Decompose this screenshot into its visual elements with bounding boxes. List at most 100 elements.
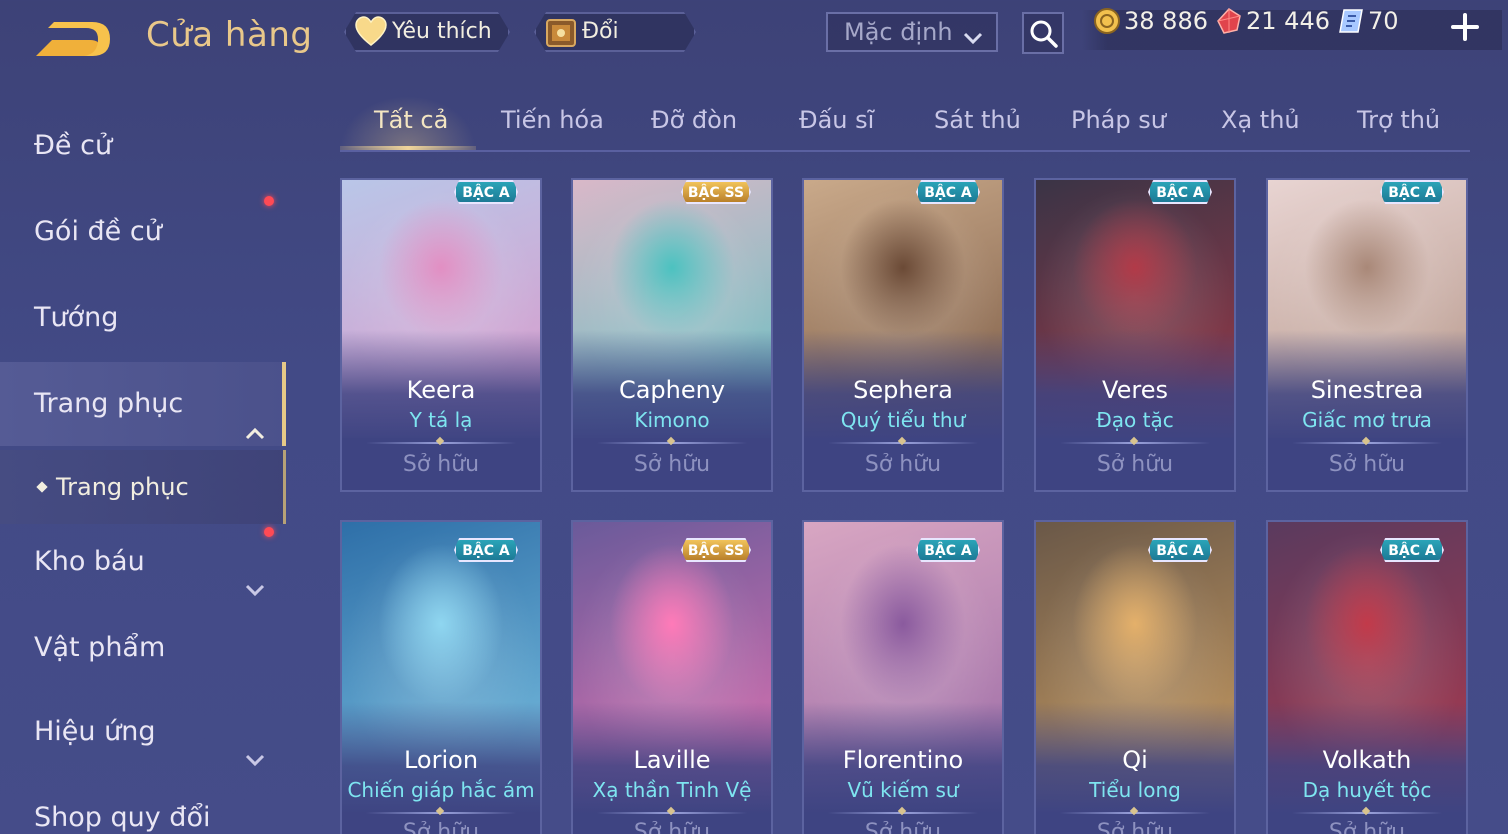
skin-name: Tiểu long xyxy=(1089,778,1181,802)
tier-badge: BẬC A xyxy=(454,538,518,562)
sidebar-item-label: Trang phục xyxy=(34,388,184,419)
sort-selected-value: Mặc định xyxy=(844,18,953,46)
search-icon xyxy=(1030,20,1058,48)
skin-card[interactable]: BẬC A Keera Y tá lạ Sở hữu xyxy=(340,178,542,492)
tier-badge: BẬC A xyxy=(916,180,980,204)
hero-name: Sinestrea xyxy=(1310,376,1424,404)
skin-name: Đạo tặc xyxy=(1096,408,1174,432)
card-divider xyxy=(1060,812,1210,814)
sidebar-item-label: Kho báu xyxy=(34,546,145,577)
skin-card[interactable]: BẬC SS Laville Xạ thần Tinh Vệ Sở hữu xyxy=(571,520,773,834)
treasure-chest-icon xyxy=(544,16,578,48)
category-tabs: Tất cả Tiến hóa Đỡ đòn Đấu sĩ Sát thủ Ph… xyxy=(340,96,1470,152)
skin-name: Vũ kiếm sư xyxy=(847,778,959,802)
tier-badge: BẬC A xyxy=(1148,180,1212,204)
tier-badge: BẬC A xyxy=(1148,538,1212,562)
tier-badge: BẬC A xyxy=(1380,180,1444,204)
card-divider xyxy=(1292,442,1442,444)
ownership-status: Sở hữu xyxy=(633,820,711,834)
hero-name: Volkath xyxy=(1322,746,1412,774)
ruby-currency: 21 446 xyxy=(1216,4,1330,38)
sidebar-item-effects[interactable]: Hiệu ứng xyxy=(0,692,286,772)
hero-name: Qi xyxy=(1122,746,1148,774)
chevron-down-icon xyxy=(244,808,266,828)
card-divider xyxy=(1060,442,1210,444)
hero-name: Veres xyxy=(1102,376,1168,404)
add-currency-button[interactable] xyxy=(1450,12,1480,42)
favorites-button[interactable]: Yêu thích xyxy=(344,12,510,52)
sidebar-item-label: Hiệu ứng xyxy=(34,716,156,747)
plus-icon xyxy=(1451,13,1479,41)
active-tab-underline xyxy=(340,146,476,150)
shard-exchange-label: Đổi mảnh xyxy=(582,19,645,80)
tier-badge: BẬC A xyxy=(454,180,518,204)
voucher-currency: 70 xyxy=(1338,4,1408,38)
tab-marksman[interactable]: Xạ thủ xyxy=(1221,106,1300,134)
tab-all[interactable]: Tất cả xyxy=(374,106,448,134)
card-divider xyxy=(828,442,978,444)
tab-mage[interactable]: Pháp sư xyxy=(1071,106,1166,134)
gold-currency: 38 886 xyxy=(1094,4,1208,38)
ownership-status: Sở hữu xyxy=(402,452,480,477)
hero-name: Laville xyxy=(633,746,711,774)
skin-name: Chiến giáp hắc ám xyxy=(347,778,535,802)
sort-dropdown[interactable]: Mặc định xyxy=(826,12,998,52)
ownership-status: Sở hữu xyxy=(1096,452,1174,477)
tab-tank[interactable]: Đỡ đòn xyxy=(651,106,737,134)
skin-name: Kimono xyxy=(634,408,710,432)
hero-name: Lorion xyxy=(403,746,479,774)
ownership-status: Sở hữu xyxy=(1328,820,1406,834)
ownership-status: Sở hữu xyxy=(864,820,942,834)
chevron-down-icon xyxy=(244,722,266,767)
ownership-status: Sở hữu xyxy=(402,820,480,834)
sidebar-item-label: Tướng xyxy=(34,302,119,333)
sidebar-item-label: Vật phẩm xyxy=(34,632,166,663)
skin-name: Quý tiểu thư xyxy=(840,408,966,432)
top-bar: Cửa hàng Yêu thích Đổi mảnh Mặc định 38 … xyxy=(0,0,1508,70)
ruby-gem-icon xyxy=(1216,8,1242,34)
back-icon[interactable] xyxy=(34,18,114,58)
tab-evolution[interactable]: Tiến hóa xyxy=(501,106,604,134)
sidebar-item-skins[interactable]: Trang phục xyxy=(0,362,286,446)
sidebar-item-recommended[interactable]: Đề cử xyxy=(0,106,286,186)
skin-card[interactable]: BẬC A Florentino Vũ kiếm sư Sở hữu xyxy=(802,520,1004,834)
skin-card[interactable]: BẬC A Lorion Chiến giáp hắc ám Sở hữu xyxy=(340,520,542,834)
tab-support[interactable]: Trợ thủ xyxy=(1357,106,1440,134)
sidebar-item-heroes[interactable]: Tướng xyxy=(0,278,286,358)
card-divider xyxy=(597,812,747,814)
tab-fighter[interactable]: Đấu sĩ xyxy=(799,106,874,134)
card-divider xyxy=(597,442,747,444)
ruby-amount: 21 446 xyxy=(1246,7,1330,35)
sidebar-item-recommended-packs[interactable]: Gói đề cử xyxy=(0,192,286,272)
hero-name: Keera xyxy=(406,376,476,404)
skin-card[interactable]: BẬC A Qi Tiểu long Sở hữu xyxy=(1034,520,1236,834)
search-button[interactable] xyxy=(1022,12,1064,54)
sidebar-subitem-skins[interactable]: Trang phục xyxy=(0,450,286,524)
skin-card[interactable]: BẬC A Veres Đạo tặc Sở hữu xyxy=(1034,178,1236,492)
sidebar-item-items[interactable]: Vật phẩm xyxy=(0,608,286,688)
skin-name: Y tá lạ xyxy=(409,408,473,432)
shard-exchange-button[interactable]: Đổi mảnh xyxy=(534,12,696,52)
chevron-up-icon xyxy=(244,394,266,440)
skin-card[interactable]: BẬC A Sephera Quý tiểu thư Sở hữu xyxy=(802,178,1004,492)
voucher-icon xyxy=(1338,8,1364,34)
chevron-down-icon xyxy=(244,552,266,597)
tier-badge: BẬC A xyxy=(1380,538,1444,562)
tab-assassin[interactable]: Sát thủ xyxy=(934,106,1021,134)
skin-card[interactable]: BẬC A Volkath Dạ huyết tộc Sở hữu xyxy=(1266,520,1468,834)
skin-card[interactable]: BẬC SS Capheny Kimono Sở hữu xyxy=(571,178,773,492)
ownership-status: Sở hữu xyxy=(864,452,942,477)
tier-badge: BẬC SS xyxy=(681,180,751,204)
sidebar-item-exchange-shop[interactable]: Shop quy đổi xyxy=(0,778,286,834)
skin-name: Xạ thần Tinh Vệ xyxy=(592,778,752,802)
skin-card[interactable]: BẬC A Sinestrea Giấc mơ trưa Sở hữu xyxy=(1266,178,1468,492)
hero-name: Capheny xyxy=(618,376,726,404)
sidebar-item-treasure[interactable]: Kho báu xyxy=(0,522,286,602)
tier-badge: BẬC A xyxy=(916,538,980,562)
bullet-icon xyxy=(36,481,48,493)
skin-name: Dạ huyết tộc xyxy=(1302,778,1432,802)
notification-dot xyxy=(264,527,274,537)
ownership-status: Sở hữu xyxy=(633,452,711,477)
sidebar-item-label: Đề cử xyxy=(34,130,113,161)
hero-name: Sephera xyxy=(853,376,953,404)
